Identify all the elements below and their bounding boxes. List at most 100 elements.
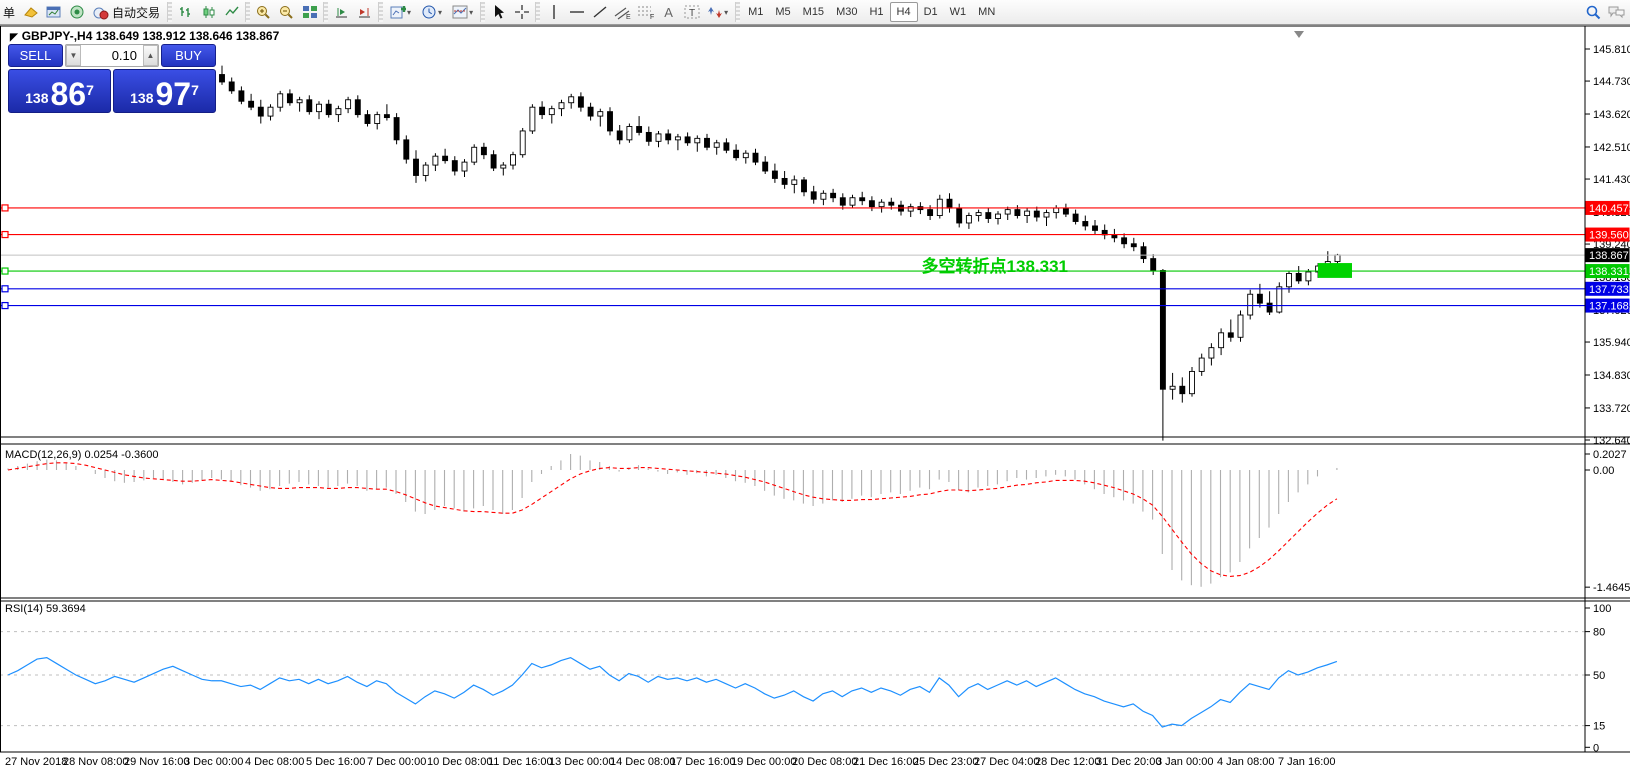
svg-text:13 Dec 00:00: 13 Dec 00:00 (549, 756, 614, 768)
metaquotes-icon[interactable] (65, 2, 88, 23)
bar-chart-icon[interactable] (174, 2, 197, 23)
svg-text:100: 100 (1593, 603, 1611, 615)
equidistant-channel-icon[interactable]: E (611, 2, 634, 23)
candlestick-chart-icon[interactable] (197, 2, 220, 23)
svg-text:17 Dec 16:00: 17 Dec 16:00 (670, 756, 735, 768)
timeframe-d1[interactable]: D1 (918, 2, 944, 22)
timeframe-m15[interactable]: M15 (797, 2, 830, 22)
trendline-icon[interactable] (588, 2, 611, 23)
pivot-annotation-text: 多空转折点138.331 (826, 252, 1068, 277)
sell-button[interactable]: SELL (8, 44, 63, 67)
text-label-icon[interactable]: T (680, 2, 703, 23)
svg-text:20 Dec 08:00: 20 Dec 08:00 (792, 756, 857, 768)
svg-text:19 Dec 00:00: 19 Dec 00:00 (731, 756, 796, 768)
add-indicator-button[interactable]: ▾ (385, 2, 416, 23)
svg-text:144.730: 144.730 (1593, 76, 1630, 88)
volume-value[interactable]: 0.10 (81, 48, 143, 63)
timeframe-h4[interactable]: H4 (890, 2, 918, 22)
svg-text:7 Jan 16:00: 7 Jan 16:00 (1278, 756, 1336, 768)
svg-text:7 Dec 00:00: 7 Dec 00:00 (367, 756, 426, 768)
panel-collapse-icon[interactable]: ◤ (10, 32, 18, 43)
periods-button[interactable]: ▾ (416, 2, 447, 23)
svg-text:0.2027: 0.2027 (1593, 449, 1627, 461)
fibonacci-icon[interactable]: F (634, 2, 657, 23)
chat-icon[interactable] (1605, 2, 1628, 23)
price-level-lines[interactable] (0, 205, 1585, 309)
market-watch-icon[interactable] (42, 2, 65, 23)
toolbar-separator (535, 2, 540, 22)
volume-increase-button[interactable]: ▲ (143, 45, 158, 66)
svg-text:E: E (626, 14, 631, 20)
new-order-icon[interactable] (19, 2, 42, 23)
one-click-trade-panel: SELL ▼ 0.10 ▲ BUY 138 86 7 138 97 7 (8, 44, 216, 113)
zoom-in-icon[interactable] (252, 2, 275, 23)
highlight-rect[interactable] (1318, 263, 1352, 278)
chart-shift-icon[interactable] (353, 2, 376, 23)
svg-text:0.00: 0.00 (1593, 465, 1614, 477)
rsi-panel (0, 632, 1585, 727)
toolbar-separator (735, 2, 740, 22)
svg-text:-1.4645: -1.4645 (1593, 582, 1630, 594)
arrows-icon (708, 5, 723, 20)
buy-price-point: 7 (191, 72, 199, 108)
toolbar-separator (378, 2, 383, 22)
chart-window[interactable]: 145.810144.730143.620142.510141.430140.3… (0, 25, 1630, 771)
templates-button[interactable]: ▾ (447, 2, 478, 23)
volume-decrease-button[interactable]: ▼ (66, 45, 81, 66)
svg-text:137.168: 137.168 (1589, 301, 1629, 313)
auto-scroll-icon[interactable] (330, 2, 353, 23)
svg-text:11 Dec 16:00: 11 Dec 16:00 (488, 756, 553, 768)
buy-price-pips: 97 (155, 79, 191, 109)
timeframe-h1[interactable]: H1 (863, 2, 889, 22)
chart-title-text: GBPJPY-,H4 138.649 138.912 138.646 138.8… (22, 29, 280, 43)
arrows-button[interactable]: ▾ (703, 2, 733, 23)
timeframe-w1[interactable]: W1 (944, 2, 973, 22)
price-scale[interactable]: 145.810144.730143.620142.510141.430140.3… (1585, 44, 1630, 754)
buy-button[interactable]: BUY (161, 44, 216, 67)
svg-text:3 Jan 00:00: 3 Jan 00:00 (1156, 756, 1214, 768)
text-icon[interactable]: A (657, 2, 680, 23)
svg-text:21 Dec 16:00: 21 Dec 16:00 (853, 756, 918, 768)
chart-canvas[interactable]: 145.810144.730143.620142.510141.430140.3… (0, 25, 1630, 771)
vertical-line-icon[interactable] (542, 2, 565, 23)
svg-text:138.331: 138.331 (1589, 266, 1629, 278)
sell-price-point: 7 (86, 72, 94, 108)
svg-text:133.720: 133.720 (1593, 403, 1630, 415)
add-indicator-icon (390, 5, 406, 20)
svg-text:135.940: 135.940 (1593, 337, 1630, 349)
toolbar-separator (480, 2, 485, 22)
svg-text:28 Dec 12:00: 28 Dec 12:00 (1035, 756, 1100, 768)
autotrading-button[interactable]: 自动交易 (88, 2, 165, 23)
svg-text:25 Dec 23:00: 25 Dec 23:00 (913, 756, 978, 768)
macd-indicator-label: MACD(12,26,9) 0.0254 -0.3600 (5, 449, 158, 461)
search-icon[interactable] (1582, 2, 1605, 23)
horizontal-line-icon[interactable] (565, 2, 588, 23)
volume-spinner[interactable]: ▼ 0.10 ▲ (65, 44, 159, 67)
template-icon (452, 5, 468, 19)
svg-text:F: F (650, 14, 654, 20)
timeframe-m5[interactable]: M5 (769, 2, 796, 22)
order-menu-label[interactable]: 单 (2, 4, 19, 21)
svg-text:27 Dec 04:00: 27 Dec 04:00 (974, 756, 1039, 768)
main-toolbar: 单 自动交易 ▾ ▾ ▾ (0, 0, 1630, 25)
svg-text:145.810: 145.810 (1593, 44, 1630, 56)
cursor-icon[interactable] (487, 2, 510, 23)
zoom-out-icon[interactable] (275, 2, 298, 23)
svg-text:141.430: 141.430 (1593, 174, 1630, 186)
line-chart-icon[interactable] (220, 2, 243, 23)
timeframe-m1[interactable]: M1 (742, 2, 769, 22)
time-scale[interactable]: 27 Nov 201828 Nov 08:0029 Nov 16:003 Dec… (5, 756, 1336, 768)
sell-quote[interactable]: 138 86 7 (8, 69, 111, 113)
autotrading-label: 自动交易 (112, 4, 160, 21)
timeframe-m30[interactable]: M30 (830, 2, 863, 22)
svg-text:4 Jan 08:00: 4 Jan 08:00 (1217, 756, 1275, 768)
chevron-down-icon: ▾ (438, 8, 442, 17)
buy-quote[interactable]: 138 97 7 (113, 69, 216, 113)
svg-text:4 Dec 08:00: 4 Dec 08:00 (245, 756, 304, 768)
timeframe-mn[interactable]: MN (972, 2, 1001, 22)
tile-windows-icon[interactable] (298, 2, 321, 23)
svg-text:140.457: 140.457 (1589, 203, 1629, 215)
crosshair-icon[interactable] (510, 2, 533, 23)
svg-text:14 Dec 08:00: 14 Dec 08:00 (610, 756, 675, 768)
chart-frame (0, 26, 1630, 752)
